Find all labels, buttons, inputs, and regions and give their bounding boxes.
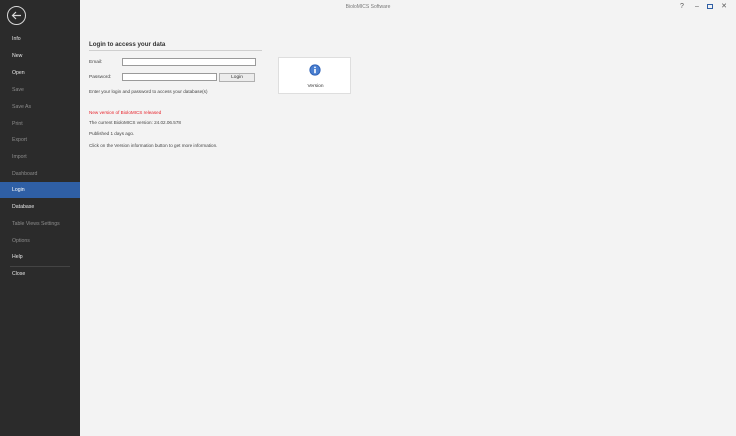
backstage-sidebar: Info New Open Save Save As Print Export …: [0, 0, 80, 436]
login-button[interactable]: Login: [219, 73, 255, 82]
version-button[interactable]: Version: [278, 57, 351, 94]
help-icon[interactable]: ?: [676, 2, 688, 12]
sidebar-item-database[interactable]: Database: [0, 199, 80, 215]
close-icon[interactable]: ✕: [718, 2, 730, 12]
login-hint: Enter your login and password to access …: [89, 89, 208, 94]
sidebar-item-info[interactable]: Info: [0, 31, 80, 47]
published-text: Published 1 days ago.: [89, 131, 135, 136]
password-label: Password:: [89, 75, 112, 80]
sidebar-item-print[interactable]: Print: [0, 116, 80, 132]
current-version-text: The current BioloMICS version: 24.02.06.…: [89, 120, 181, 125]
sidebar-item-new[interactable]: New: [0, 48, 80, 64]
sidebar-item-save[interactable]: Save: [0, 82, 80, 98]
back-arrow-icon[interactable]: [7, 6, 26, 25]
login-panel: Login to access your data Email: Passwor…: [80, 14, 736, 436]
sidebar-item-import[interactable]: Import: [0, 149, 80, 165]
sidebar-item-save-as[interactable]: Save As: [0, 99, 80, 115]
password-field[interactable]: [122, 73, 217, 81]
sidebar-item-table-views-settings[interactable]: Table Views Settings: [0, 216, 80, 232]
title-bar: BioloMICS Software ? – ✕: [80, 0, 736, 14]
version-instruction-text: Click on the Version information button …: [89, 143, 218, 148]
info-icon: [309, 64, 321, 76]
sidebar-item-open[interactable]: Open: [0, 65, 80, 81]
sidebar-item-login[interactable]: Login: [0, 182, 80, 198]
window-title: BioloMICS Software: [345, 4, 391, 10]
version-label: Version: [307, 84, 324, 89]
sidebar-item-options[interactable]: Options: [0, 233, 80, 249]
sidebar-item-export[interactable]: Export: [0, 132, 80, 148]
sidebar-item-help[interactable]: Help: [0, 249, 80, 265]
page-title: Login to access your data: [89, 41, 166, 48]
minimize-icon[interactable]: –: [691, 2, 703, 12]
email-label: Email:: [89, 60, 103, 65]
sidebar-item-dashboard[interactable]: Dashboard: [0, 166, 80, 182]
email-field[interactable]: [122, 58, 256, 66]
update-notice: New version of BioloMICS released: [89, 110, 162, 115]
heading-divider: [89, 50, 262, 51]
maximize-icon[interactable]: [704, 2, 716, 12]
sidebar-item-close[interactable]: Close: [0, 266, 80, 282]
